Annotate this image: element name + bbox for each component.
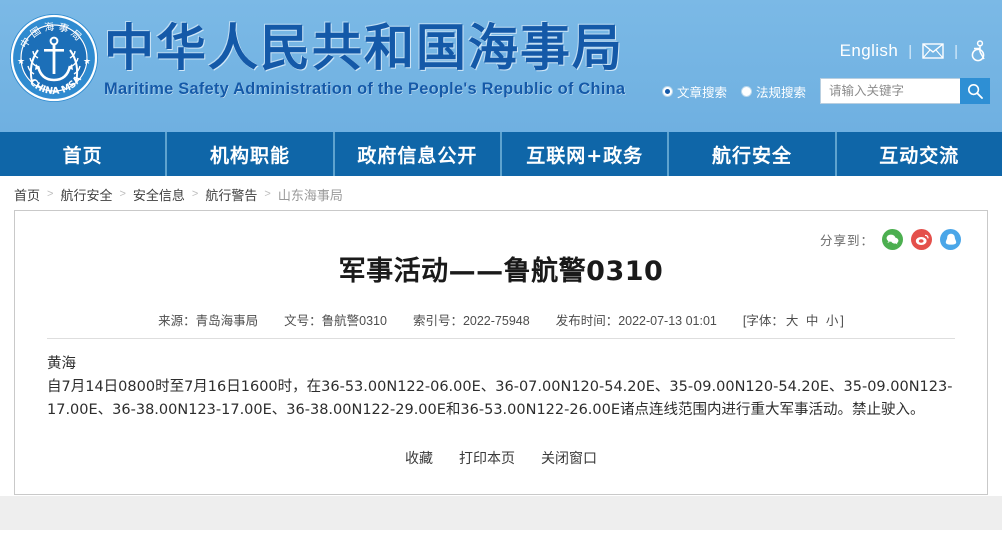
breadcrumb-item-navigation-safety[interactable]: 航行安全: [60, 185, 112, 204]
search-scope-radio-group: 文章搜索 法规搜索: [661, 82, 806, 101]
english-link[interactable]: English: [840, 41, 899, 61]
article-body-line-2: 自7月14日0800时至7月16日1600时，在36-53.00N122-06.…: [47, 379, 953, 418]
article-card-wrapper: 分享到： 军事活动——鲁航警0310 来源：青岛海事局 文号：鲁航警0310 索…: [0, 210, 1002, 495]
wechat-share-icon[interactable]: [882, 229, 903, 250]
main-nav: 首页 机构职能 政府信息公开 互联网+政务 航行安全 互动交流: [0, 132, 1002, 178]
nav-item-internet-plus-government[interactable]: 互联网+政务: [502, 132, 670, 176]
meta-index-number: 索引号：2022-75948: [412, 314, 530, 328]
favorite-link[interactable]: 收藏: [405, 448, 433, 468]
breadcrumb-item-home[interactable]: 首页: [14, 185, 40, 204]
radio-dot-regulation[interactable]: [740, 85, 752, 97]
search-icon: [967, 83, 983, 99]
breadcrumb-item-safety-info[interactable]: 安全信息: [133, 185, 185, 204]
font-size-prefix: [字体：: [742, 314, 784, 328]
radio-dot-article[interactable]: [661, 85, 673, 97]
search-scope-article-label: 文章搜索: [676, 85, 727, 100]
svg-text:★: ★: [17, 56, 25, 66]
meta-publish-time: 发布时间：2022-07-13 01:01: [555, 314, 717, 328]
breadcrumb-separator-3: >: [191, 188, 199, 200]
nav-item-organization-functions[interactable]: 机构职能: [167, 132, 335, 176]
font-size-large[interactable]: 大: [786, 314, 799, 328]
share-label: 分享到：: [819, 234, 874, 248]
breadcrumb-separator-2: >: [119, 188, 126, 200]
print-page-link[interactable]: 打印本页: [459, 448, 515, 468]
mail-icon[interactable]: [922, 43, 944, 59]
site-title-block: 中华人民共和国海事局 Maritime Safety Administratio…: [104, 18, 625, 99]
qq-share-icon[interactable]: [940, 229, 961, 250]
article-card: 分享到： 军事活动——鲁航警0310 来源：青岛海事局 文号：鲁航警0310 索…: [14, 210, 988, 495]
svg-text:★: ★: [83, 56, 91, 66]
page-bottom-strip: [0, 496, 1002, 530]
china-msa-emblem: 中 国 海 事 局 ★ ★ CHINA MSA: [8, 12, 100, 104]
search-scope-regulation[interactable]: 法规搜索: [740, 82, 806, 101]
meta-doc-number: 文号：鲁航警0310: [284, 314, 387, 328]
header-utility-row: English | |: [840, 40, 988, 62]
utility-separator-2: |: [954, 42, 958, 60]
font-size-small[interactable]: 小: [826, 314, 839, 328]
utility-separator-1: |: [908, 42, 913, 60]
site-title-cn: 中华人民共和国海事局: [104, 19, 624, 77]
breadcrumb: 首页 > 航行安全 > 安全信息 > 航行警告 > 山东海事局: [0, 178, 1002, 210]
share-row: 分享到：: [820, 229, 961, 250]
search-scope-article[interactable]: 文章搜索: [661, 82, 727, 101]
article-meta: 来源：青岛海事局 文号：鲁航警0310 索引号：2022-75948 发布时间：…: [47, 310, 955, 339]
nav-item-navigation-safety[interactable]: 航行安全: [669, 132, 837, 176]
font-size-medium[interactable]: 中: [806, 314, 819, 328]
article-body: 黄海 自7月14日0800时至7月16日1600时，在36-53.00N122-…: [47, 353, 955, 422]
search-scope-regulation-label: 法规搜索: [755, 85, 806, 100]
close-window-link[interactable]: 关闭窗口: [541, 448, 597, 468]
search-input[interactable]: [820, 78, 960, 104]
article-actions: 收藏 打印本页 关闭窗口: [47, 448, 955, 468]
header-search-row: 文章搜索 法规搜索: [661, 78, 990, 104]
meta-source: 来源：青岛海事局: [158, 314, 259, 328]
breadcrumb-item-shandong-msa: 山东海事局: [277, 187, 343, 203]
nav-item-government-info-disclosure[interactable]: 政府信息公开: [335, 132, 502, 176]
breadcrumb-item-navigation-warning[interactable]: 航行警告: [205, 185, 257, 204]
weibo-share-icon[interactable]: [911, 229, 932, 250]
nav-item-home[interactable]: 首页: [0, 132, 168, 176]
article-body-line-1: 黄海: [47, 356, 76, 372]
search-button[interactable]: [960, 78, 990, 104]
font-size-suffix: ]: [840, 314, 844, 328]
site-title-en: Maritime Safety Administration of the Pe…: [104, 80, 626, 98]
accessibility-icon[interactable]: [968, 40, 988, 62]
search-box: [820, 78, 990, 104]
article-title: 军事活动——鲁航警0310: [338, 256, 664, 287]
font-size-control: [字体：大 中 小]: [743, 310, 844, 329]
breadcrumb-separator-1: >: [47, 188, 54, 200]
nav-item-interaction[interactable]: 互动交流: [837, 132, 1002, 176]
breadcrumb-separator-4: >: [264, 188, 271, 200]
site-header: 中 国 海 事 局 ★ ★ CHINA MSA 中华人民共和国海事局 Marit…: [0, 0, 1002, 132]
